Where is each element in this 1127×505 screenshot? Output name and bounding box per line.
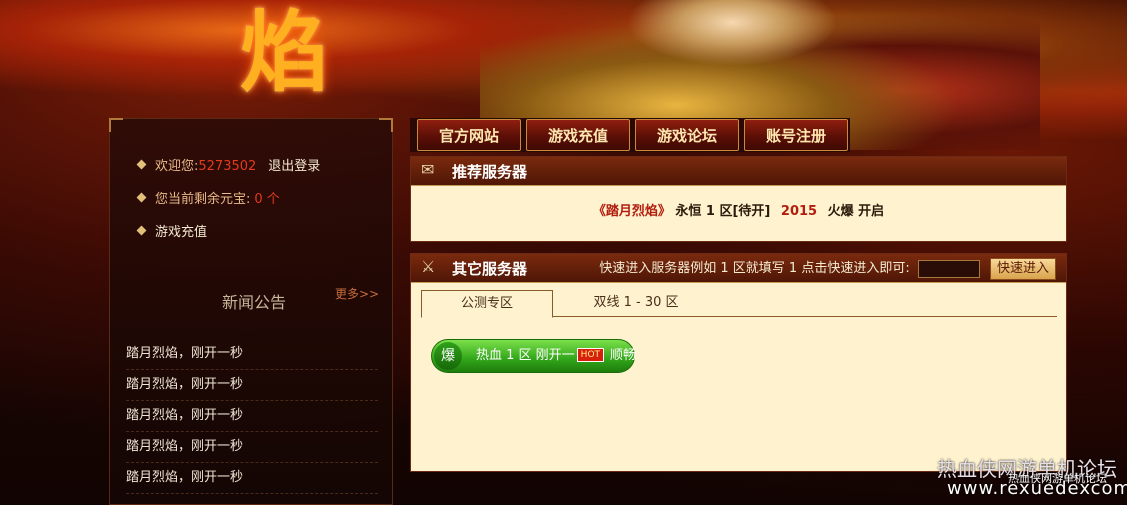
diamond-bullet-icon xyxy=(136,159,147,170)
recharge-link[interactable]: 游戏充值 xyxy=(155,225,207,240)
balance-label: 您当前剩余元宝: xyxy=(155,192,251,207)
recharge-line[interactable]: 游戏充值 xyxy=(136,221,207,240)
frame-corner xyxy=(109,118,123,132)
welcome-line: 欢迎您:5273502 退出登录 xyxy=(136,155,320,174)
frame-corner xyxy=(379,118,393,132)
left-sidebar: 欢迎您:5273502 退出登录 您当前剩余元宝: 0 个 游戏充值 新闻公告 更多… xyxy=(109,118,393,505)
recommend-game-name: 《踏月烈焰》 xyxy=(592,204,671,219)
recommend-year: 2015 xyxy=(780,204,818,219)
watermark-url: www.rexuedexcom xyxy=(947,478,1127,499)
nav-forum[interactable]: 游戏论坛 xyxy=(635,119,739,151)
recommend-server-link[interactable]: 《踏月烈焰》 永恒 1 区[待开] 2015 火爆 开启 xyxy=(411,185,1066,243)
news-list: 踏月烈焰，刚开一秒 踏月烈焰，刚开一秒 踏月烈焰，刚开一秒 踏月烈焰，刚开一秒 … xyxy=(126,339,378,494)
quick-enter-input[interactable] xyxy=(917,259,980,278)
tab-beta-zone[interactable]: 公测专区 xyxy=(421,290,553,318)
nav-register[interactable]: 账号注册 xyxy=(744,119,848,151)
scroll-icon: ✉ xyxy=(421,160,435,179)
news-item[interactable]: 踏月烈焰，刚开一秒 xyxy=(126,463,378,494)
news-more-link[interactable]: 更多>> xyxy=(335,285,379,302)
recommend-panel: ✉ 推荐服务器 《踏月烈焰》 永恒 1 区[待开] 2015 火爆 开启 xyxy=(410,156,1067,242)
other-servers-header: ⚔ 其它服务器 快速进入服务器例如 1 区就填写 1 点击快速进入即可: 快速进… xyxy=(411,254,1066,283)
user-id: 5273502 xyxy=(198,159,257,174)
news-item[interactable]: 踏月烈焰，刚开一秒 xyxy=(126,370,378,401)
diamond-bullet-icon xyxy=(136,192,147,203)
news-item[interactable]: 踏月烈焰，刚开一秒 xyxy=(126,401,378,432)
other-servers-title: 其它服务器 xyxy=(452,260,528,278)
swords-icon: ⚔ xyxy=(421,257,436,276)
server-entry-text: 热血 1 区 刚开一 HOT 顺畅 xyxy=(476,340,636,372)
main-nav: 官方网站 游戏充值 游戏论坛 账号注册 xyxy=(410,118,850,152)
balance-line: 您当前剩余元宝: 0 个 xyxy=(136,188,280,207)
tab-dual-line[interactable]: 双线 1 - 30 区 xyxy=(571,290,701,315)
nav-official-site[interactable]: 官方网站 xyxy=(417,119,521,151)
recommend-zone: 永恒 1 区[待开] xyxy=(675,204,771,219)
server-name: 热血 1 区 刚开一 xyxy=(476,348,575,363)
other-servers-panel: ⚔ 其它服务器 快速进入服务器例如 1 区就填写 1 点击快速进入即可: 快速进… xyxy=(410,253,1067,472)
diamond-bullet-icon xyxy=(136,225,147,236)
game-logo: 焰 xyxy=(240,0,329,104)
server-entry-button[interactable]: 爆 热血 1 区 刚开一 HOT 顺畅 xyxy=(431,339,636,373)
news-item[interactable]: 踏月烈焰，刚开一秒 xyxy=(126,432,378,463)
recommend-header: ✉ 推荐服务器 xyxy=(411,157,1066,186)
logout-link[interactable]: 退出登录 xyxy=(268,159,320,174)
recommend-title: 推荐服务器 xyxy=(452,163,528,181)
recommend-open-status: 火爆 开启 xyxy=(827,204,885,219)
news-title: 新闻公告 xyxy=(222,293,287,312)
quick-enter-button[interactable]: 快速进入 xyxy=(990,257,1056,280)
quick-enter-label: 快速进入服务器例如 1 区就填写 1 点击快速进入即可: xyxy=(599,261,910,276)
nav-recharge[interactable]: 游戏充值 xyxy=(526,119,630,151)
balance-value: 0 个 xyxy=(254,192,280,207)
welcome-label: 欢迎您: xyxy=(155,159,199,174)
news-item[interactable]: 踏月烈焰，刚开一秒 xyxy=(126,339,378,370)
quick-enter: 快速进入服务器例如 1 区就填写 1 点击快速进入即可: 快速进入 xyxy=(599,257,1056,280)
server-tabs: 公测专区 双线 1 - 30 区 xyxy=(421,290,1057,318)
hot-badge: HOT xyxy=(576,347,605,362)
server-status: 顺畅 xyxy=(610,348,637,363)
hot-burst-icon: 爆 xyxy=(434,342,462,370)
